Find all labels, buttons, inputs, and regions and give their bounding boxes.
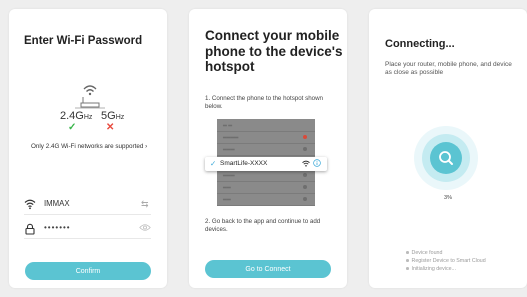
hotspot-instructions-screen: Connect your mobile phone to the device'…	[189, 9, 347, 288]
wifi-password-screen: Enter Wi-Fi Password 2.4GHz 5GHz ✓ ✕ Onl…	[9, 9, 167, 288]
band-5ghz-label: 5GHz	[101, 110, 125, 122]
divider	[24, 214, 151, 215]
go-to-connect-button[interactable]: Go to Connect	[205, 260, 331, 278]
band-24ghz-label: 2.4GHz	[60, 110, 93, 122]
step-1-text: 1. Connect the phone to the hotspot show…	[205, 95, 323, 110]
confirm-button[interactable]: Confirm	[25, 262, 151, 280]
status-item: Initializing device...	[406, 266, 456, 272]
check-icon: ✓	[210, 159, 217, 168]
password-field[interactable]: •••••••	[44, 223, 71, 232]
band-support-note[interactable]: Only 2.4G Wi-Fi networks are supported ›	[31, 143, 147, 150]
status-item: Device found	[406, 250, 442, 256]
status-item: Register Device to Smart Cloud	[406, 258, 486, 264]
hotspot-network-item: ✓ SmartLife-XXXX	[205, 157, 327, 171]
ssid-field[interactable]: IMMAX	[44, 199, 70, 208]
step-2-text: 2. Go back to the app and continue to ad…	[205, 218, 321, 233]
search-progress-spinner	[414, 126, 478, 190]
chevron-right-icon: ›	[145, 143, 148, 150]
switch-network-icon[interactable]: ⇆	[141, 199, 149, 210]
connecting-screen: Connecting... Place your router, mobile …	[369, 9, 527, 288]
progress-percent: 3%	[444, 195, 452, 201]
network-name: SmartLife-XXXX	[220, 160, 268, 167]
router-icon	[75, 85, 105, 109]
wifi-icon	[24, 199, 36, 210]
cross-icon: ✕	[106, 122, 115, 133]
page-title: Enter Wi-Fi Password	[24, 35, 143, 47]
page-title: Connect your mobile phone to the device'…	[205, 28, 343, 74]
eye-icon[interactable]	[139, 223, 151, 232]
info-icon	[313, 159, 321, 167]
divider	[24, 238, 151, 239]
page-title: Connecting...	[385, 38, 455, 50]
check-icon: ✓	[68, 122, 77, 133]
lock-icon	[25, 223, 35, 235]
wifi-icon	[302, 160, 310, 167]
page-subtitle: Place your router, mobile phone, and dev…	[385, 61, 512, 76]
